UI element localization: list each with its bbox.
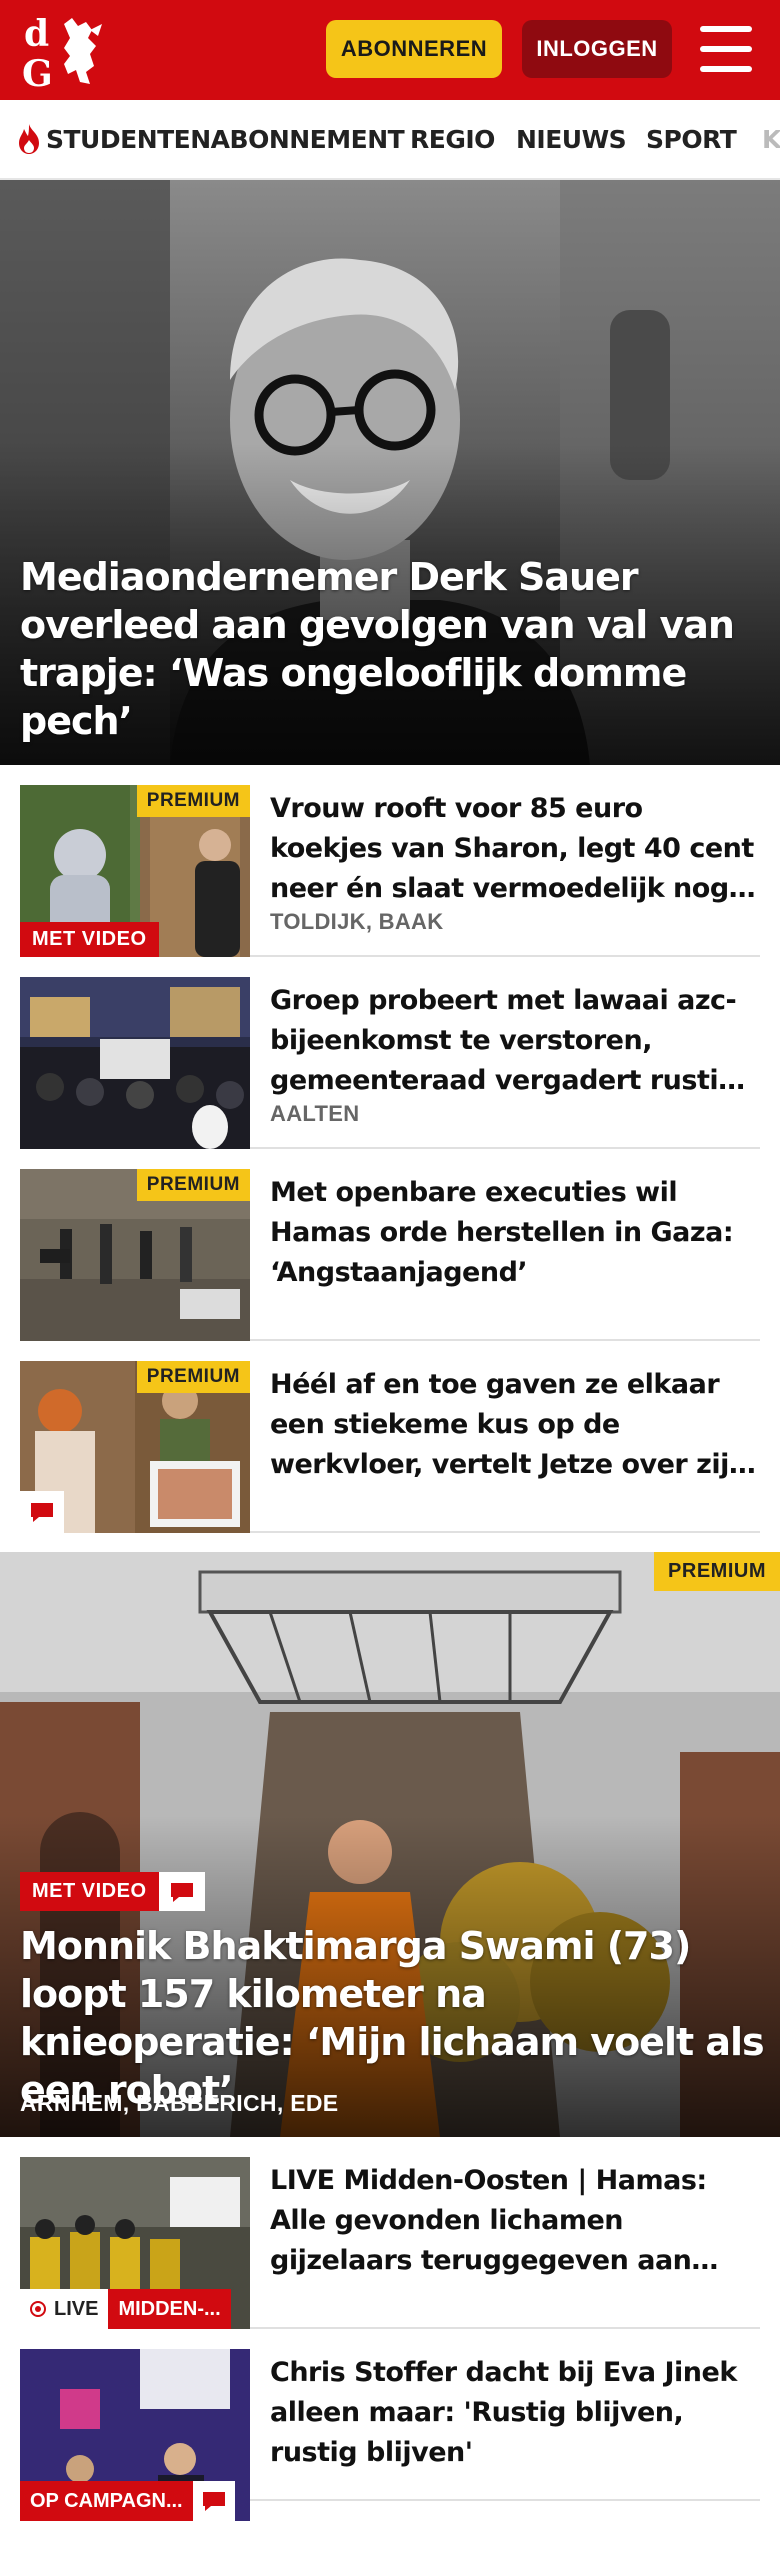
nav-item-nieuws[interactable]: NIEUWS bbox=[516, 100, 627, 178]
live-label: LIVE bbox=[20, 2289, 109, 2329]
video-badge: MET VIDEO bbox=[20, 1872, 159, 1911]
nav-item-sport[interactable]: SPORT bbox=[646, 100, 737, 178]
premium-badge: PREMIUM bbox=[136, 1169, 250, 1201]
premium-badge: PREMIUM bbox=[136, 785, 250, 817]
subscribe-button[interactable]: ABONNEREN bbox=[326, 20, 502, 78]
article-thumbnail: LIVE MIDDEN-... bbox=[20, 2157, 250, 2329]
article-title: Héél af en toe gaven ze elkaar een stiek… bbox=[270, 1369, 748, 1480]
live-badge: LIVE MIDDEN-... bbox=[20, 2289, 231, 2329]
hero-title: Mediaondernemer Derk Sauer overleed aan … bbox=[20, 555, 735, 743]
premium-badge: PREMIUM bbox=[654, 1552, 780, 1591]
article-card[interactable]: OP CAMPAGN... Chris Stoffer dacht bij Ev… bbox=[20, 2329, 760, 2521]
article-thumbnail: PREMIUM bbox=[20, 1361, 250, 1533]
article-title: Chris Stoffer dacht bij Eva Jinek alleen… bbox=[270, 2357, 737, 2468]
hero-article[interactable]: Mediaondernemer Derk Sauer overleed aan … bbox=[0, 180, 780, 765]
article-card[interactable]: PREMIUM Héél af en toe gaven ze elkaar e… bbox=[20, 1341, 760, 1533]
article-title: LIVE Midden-Oosten | Hamas: Alle gevonde… bbox=[270, 2165, 707, 2276]
article-card[interactable]: LIVE MIDDEN-... LIVE Midden-Oosten | Ham… bbox=[20, 2137, 760, 2329]
article-thumbnail: OP CAMPAGN... bbox=[20, 2349, 250, 2521]
comment-badge bbox=[20, 1491, 64, 1533]
live-dot-icon bbox=[30, 2301, 46, 2317]
topic-badge: MIDDEN-... bbox=[108, 2289, 231, 2329]
nav-item-partial[interactable]: K bbox=[762, 100, 780, 178]
feature-badges: MET VIDEO bbox=[20, 1872, 205, 1911]
article-title: Groep probeert met lawaai azc-bijeenkoms… bbox=[270, 985, 737, 1096]
nav-item-studentenabonnement[interactable]: STUDENTENABONNEMENT bbox=[16, 100, 405, 178]
comment-badge bbox=[192, 2481, 235, 2521]
feature-article[interactable]: PREMIUM MET VIDEO Monnik Bhaktimarga Swa… bbox=[0, 1552, 780, 2137]
nav-label: K bbox=[762, 124, 780, 154]
nav-label: SPORT bbox=[646, 124, 737, 154]
category-nav: STUDENTENABONNEMENT REGIO NIEUWS SPORT K bbox=[0, 100, 780, 180]
article-thumbnail bbox=[20, 977, 250, 1149]
article-thumbnail: PREMIUM MET VIDEO bbox=[20, 785, 250, 957]
nav-label: NIEUWS bbox=[516, 124, 627, 154]
feature-title: Monnik Bhaktimarga Swami (73) loopt 157 … bbox=[20, 1924, 765, 2112]
comment-icon bbox=[202, 2492, 225, 2511]
comment-icon bbox=[31, 1503, 53, 1522]
article-card[interactable]: PREMIUM MET VIDEO Vrouw rooft voor 85 eu… bbox=[20, 765, 760, 957]
svg-text:G: G bbox=[22, 53, 53, 90]
live-text: LIVE bbox=[54, 2297, 99, 2320]
nav-label: STUDENTENABONNEMENT bbox=[46, 124, 405, 154]
article-card[interactable]: PREMIUM Met openbare executies wil Hamas… bbox=[20, 1149, 760, 1341]
site-logo[interactable]: d G bbox=[20, 12, 116, 90]
nav-label: REGIO bbox=[410, 124, 495, 154]
nav-item-regio[interactable]: REGIO bbox=[410, 100, 495, 178]
article-title: Met openbare executies wil Hamas orde he… bbox=[270, 1177, 734, 1288]
article-location: AALTEN bbox=[270, 1101, 360, 1126]
video-badge: MET VIDEO bbox=[20, 922, 159, 957]
menu-icon[interactable] bbox=[700, 24, 752, 74]
comment-badge bbox=[158, 1872, 205, 1911]
feature-location: ARNHEM, BABBERICH, EDE bbox=[20, 2090, 339, 2116]
article-card[interactable]: Groep probeert met lawaai azc-bijeenkoms… bbox=[20, 957, 760, 1149]
article-location: TOLDIJK, BAAK bbox=[270, 909, 444, 934]
comment-icon bbox=[170, 1882, 193, 1902]
article-thumbnail: PREMIUM bbox=[20, 1169, 250, 1341]
flame-icon bbox=[19, 124, 39, 154]
site-header: d G ABONNEREN INLOGGEN bbox=[0, 0, 780, 100]
article-title: Vrouw rooft voor 85 euro koekjes van Sha… bbox=[270, 793, 754, 904]
topic-badge-group: OP CAMPAGN... bbox=[20, 2481, 235, 2521]
svg-text:d: d bbox=[24, 13, 49, 55]
login-button[interactable]: INLOGGEN bbox=[522, 20, 672, 78]
premium-badge: PREMIUM bbox=[136, 1361, 250, 1393]
topic-badge: OP CAMPAGN... bbox=[20, 2481, 193, 2521]
